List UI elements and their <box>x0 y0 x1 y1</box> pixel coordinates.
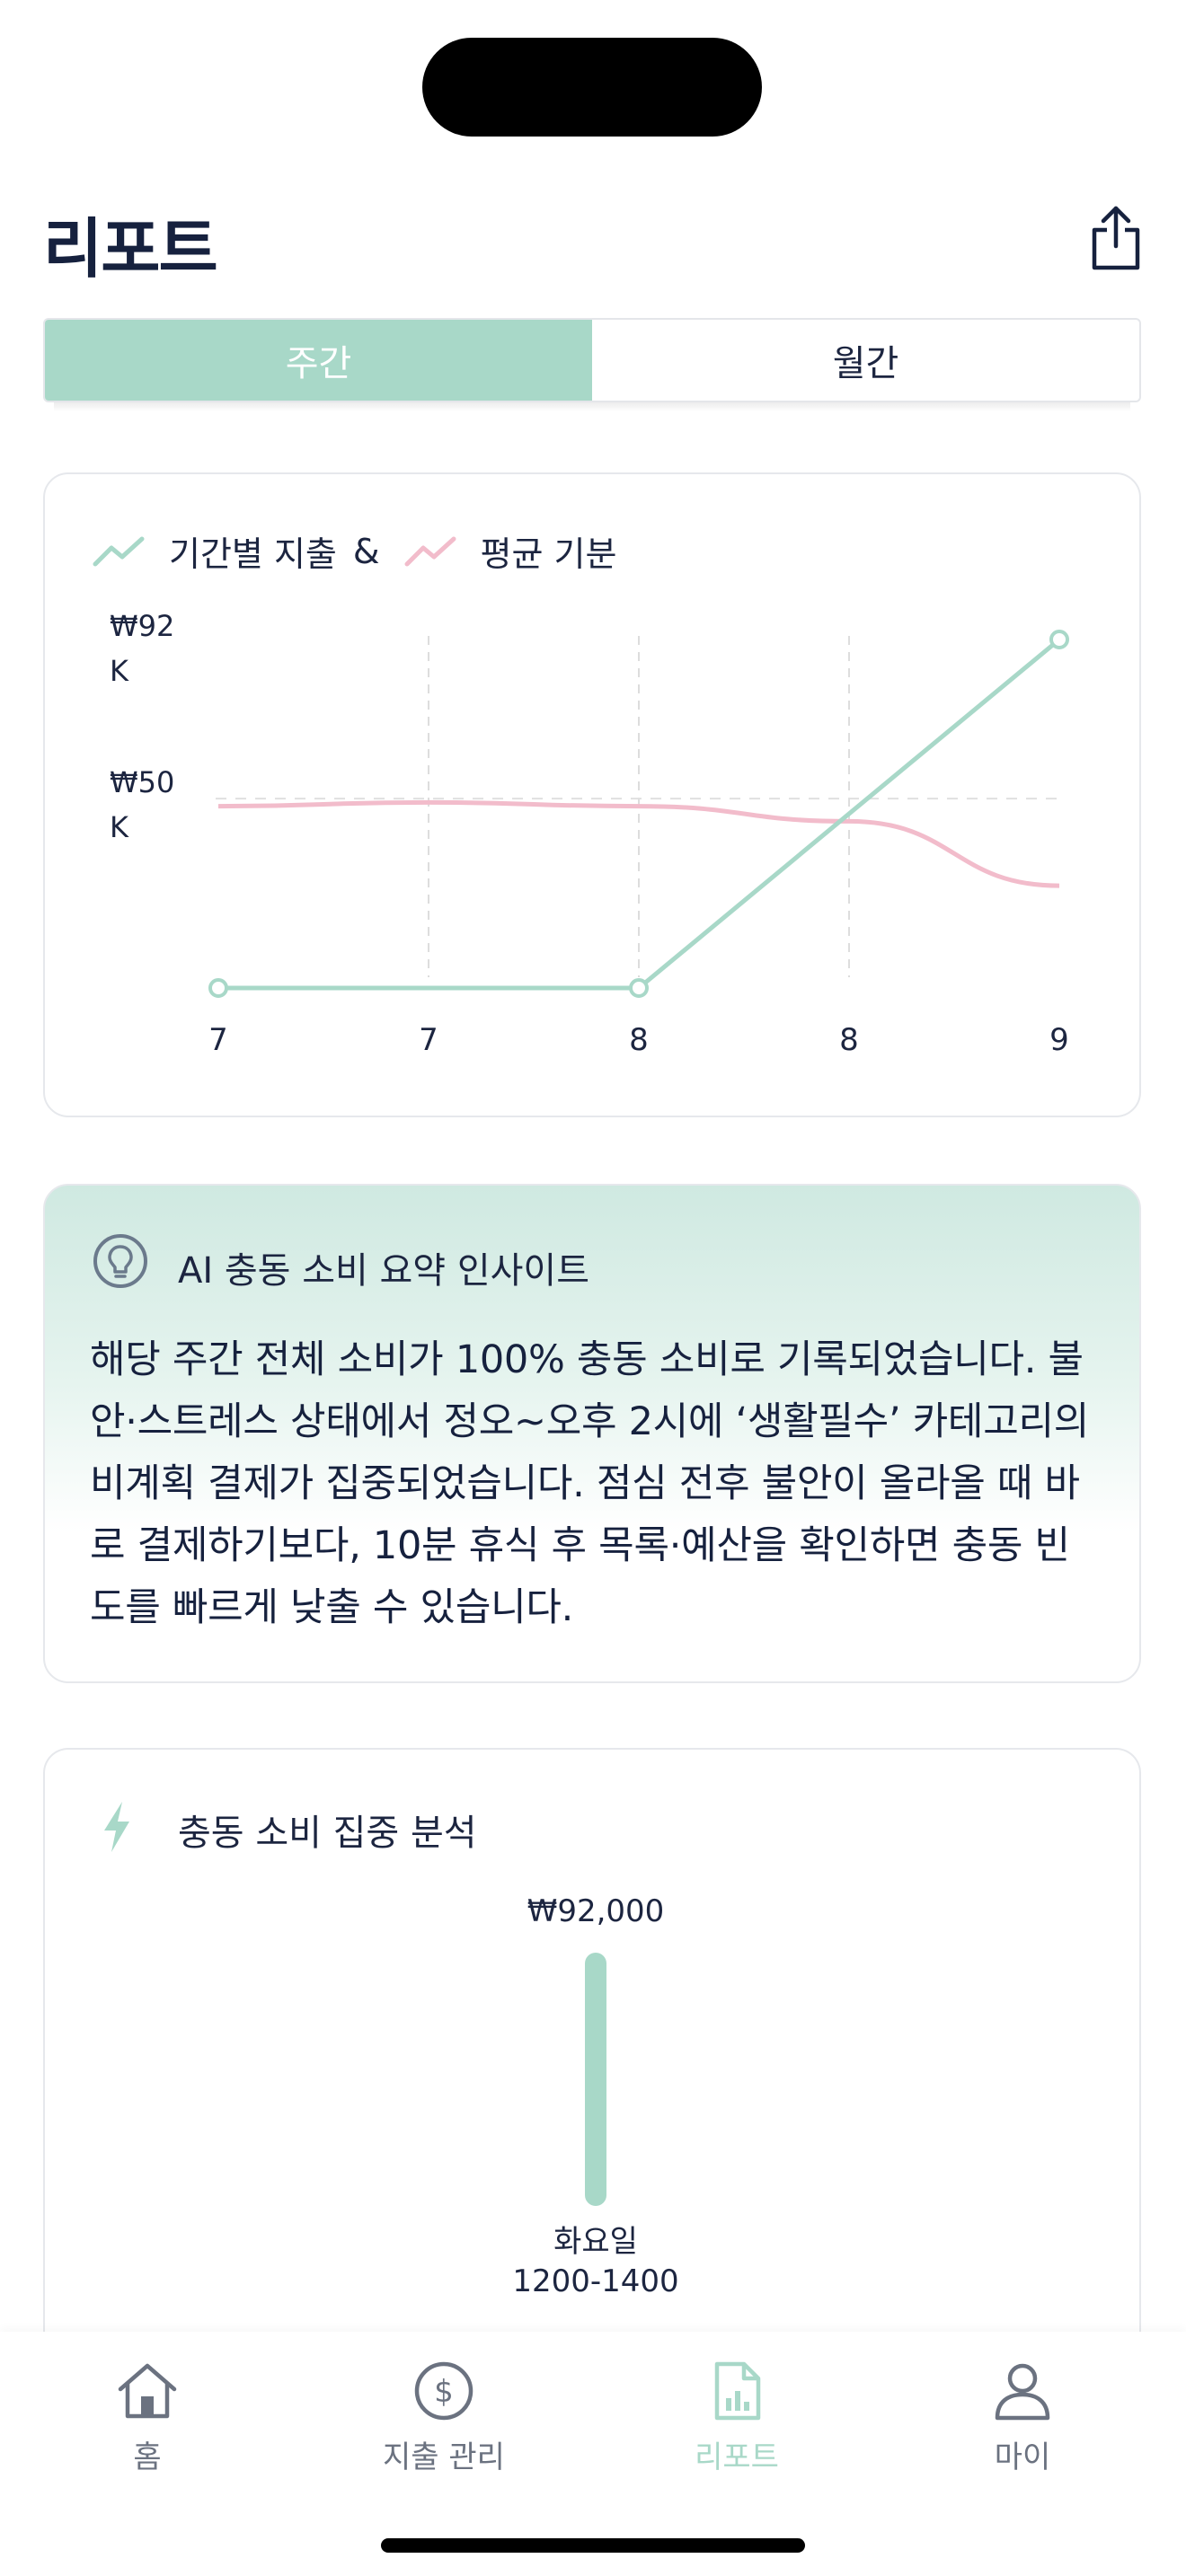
svg-text:$: $ <box>434 2374 454 2410</box>
bar-day-label: 화요일 <box>553 2224 638 2260</box>
spending-mood-chart-card: 기간별 지출 & 평균 기분 ₩92 K ₩50 K 77889 <box>43 472 1141 1117</box>
tab-expense[interactable]: $ 지출 관리 <box>336 2359 552 2476</box>
segment-weekly[interactable]: 주간 <box>45 320 592 401</box>
x-tick-label: 7 <box>208 1022 228 1058</box>
report-icon <box>714 2361 761 2421</box>
segment-shadow <box>54 402 1130 411</box>
page-title: 리포트 <box>43 211 218 287</box>
insight-title: AI 충동 소비 요약 인사이트 <box>178 1250 590 1292</box>
lightning-icon <box>104 1802 129 1852</box>
ai-insight-card: AI 충동 소비 요약 인사이트 해당 주간 전체 소비가 100% 충동 소비… <box>43 1184 1141 1683</box>
tab-home-label: 홈 <box>133 2439 162 2475</box>
impulse-bar[interactable] <box>585 1953 606 2206</box>
tab-report[interactable]: 리포트 <box>629 2359 845 2476</box>
home-indicator <box>381 2538 805 2553</box>
x-tick-label: 8 <box>629 1022 649 1058</box>
x-tick-label: 8 <box>839 1022 859 1058</box>
bar-time-label: 1200-1400 <box>512 2263 679 2299</box>
lightbulb-icon <box>93 1234 147 1288</box>
x-tick-label: 9 <box>1049 1022 1069 1058</box>
spending-point[interactable] <box>629 978 649 998</box>
spending-point[interactable] <box>208 978 228 998</box>
share-button[interactable] <box>1087 205 1145 273</box>
tab-my[interactable]: 마이 <box>915 2359 1130 2476</box>
user-icon <box>995 2363 1050 2421</box>
x-tick-label: 7 <box>419 1022 438 1058</box>
home-icon <box>118 2363 177 2419</box>
period-segmented-control: 주간 월간 <box>43 318 1141 402</box>
tab-home[interactable]: 홈 <box>40 2359 255 2476</box>
share-icon <box>1092 206 1140 270</box>
segment-monthly[interactable]: 월간 <box>592 320 1139 401</box>
tab-my-label: 마이 <box>994 2439 1051 2475</box>
dynamic-island <box>422 38 762 137</box>
dollar-icon: $ <box>414 2361 474 2421</box>
tab-report-label: 리포트 <box>695 2439 779 2475</box>
bar-value-label: ₩92,000 <box>527 1893 665 1929</box>
impulse-title: 충동 소비 집중 분석 <box>178 1813 477 1854</box>
insight-body: 해당 주간 전체 소비가 100% 충동 소비로 기록되었습니다. 불안·스트레… <box>90 1337 1089 1630</box>
spending-point[interactable] <box>1049 630 1069 649</box>
tab-expense-label: 지출 관리 <box>383 2439 505 2475</box>
